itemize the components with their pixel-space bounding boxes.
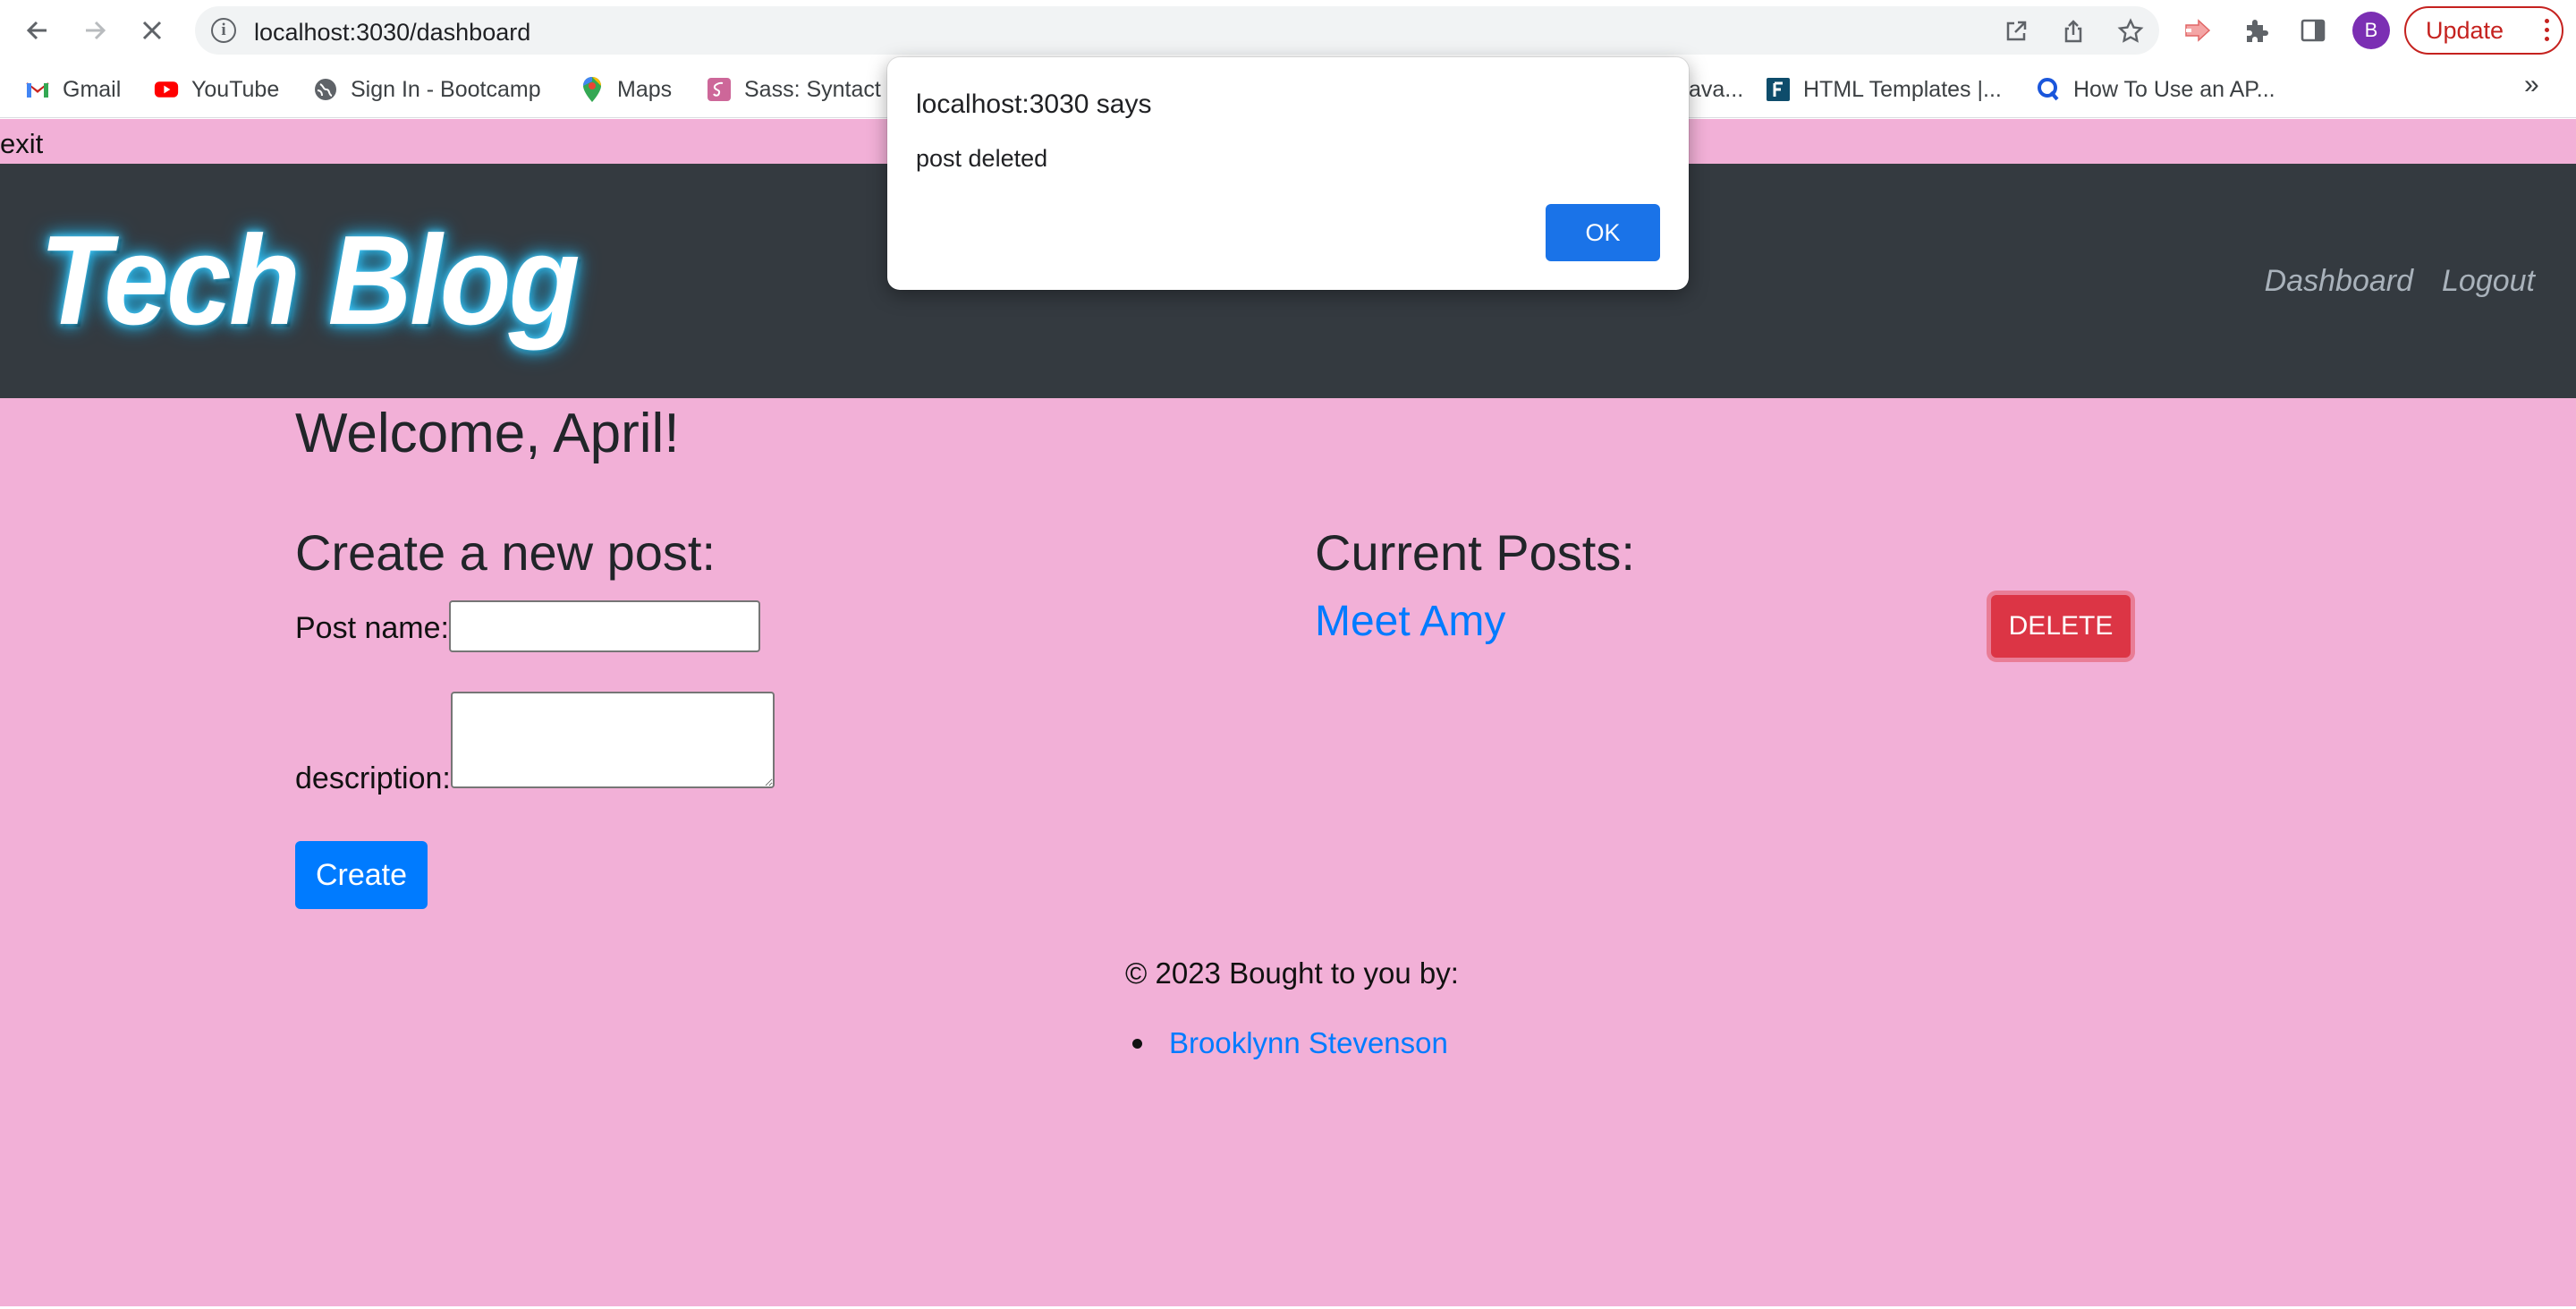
bookmark-label: How To Use an AP... [2073, 76, 2275, 102]
address-bar[interactable]: i localhost:3030/dashboard [195, 6, 2159, 55]
footer-text: © 2023 Bought to you by: [1125, 956, 1459, 990]
bookmark-gmail[interactable]: Gmail [25, 73, 121, 106]
create-button[interactable]: Create [295, 841, 428, 909]
dialog-message: post deleted [916, 145, 1048, 172]
alert-dialog: localhost:3030 says post deleted OK [887, 57, 1689, 290]
forward-arrow-icon[interactable] [77, 13, 113, 48]
html-templates-f-icon [1766, 77, 1791, 102]
header-nav: Dashboard Logout [2265, 264, 2535, 299]
maps-pin-icon [580, 77, 605, 102]
bookmark-label: Gmail [63, 76, 122, 102]
list-bullet [1132, 1038, 1142, 1049]
bookmark-star-icon[interactable] [2116, 17, 2145, 46]
footer-authors-list: Brooklynn Stevenson [1132, 1026, 1448, 1060]
bookmark-label: Sign In - Bootcamp [351, 76, 541, 102]
site-logo[interactable]: Tech Blog [39, 217, 580, 344]
post-link[interactable]: Meet Amy [1315, 597, 1505, 646]
ok-button[interactable]: OK [1546, 204, 1660, 261]
current-posts-heading: Current Posts: [1315, 524, 1635, 581]
kebab-menu-icon[interactable] [2545, 19, 2549, 41]
back-arrow-icon[interactable] [20, 13, 55, 48]
url-text[interactable]: localhost:3030/dashboard [254, 19, 530, 47]
description-textarea[interactable] [451, 692, 775, 788]
dialog-title: localhost:3030 says [916, 89, 1152, 119]
bookmark-html-templates[interactable]: HTML Templates |... [1766, 73, 2002, 106]
bookmark-label: HTML Templates |... [1803, 76, 2002, 102]
share-icon[interactable] [2059, 17, 2088, 46]
gmail-icon [25, 77, 50, 102]
welcome-heading: Welcome, April! [295, 403, 680, 464]
youtube-icon [154, 77, 179, 102]
api-q-icon [2036, 77, 2061, 102]
bookmark-label: ava... [1689, 76, 1744, 102]
open-external-icon[interactable] [2002, 17, 2030, 46]
extensions-puzzle-icon[interactable] [2240, 14, 2272, 47]
bookmark-label: YouTube [191, 76, 280, 102]
bookmark-maps[interactable]: Maps [580, 73, 672, 106]
bookmark-sass[interactable]: Sass: Syntact [707, 73, 881, 106]
post-name-label: Post name: [295, 611, 449, 645]
sass-icon [707, 77, 732, 102]
exit-text: exit [0, 128, 44, 159]
nav-dashboard-link[interactable]: Dashboard [2265, 264, 2413, 299]
globe-icon [313, 77, 338, 102]
description-label: description: [295, 761, 451, 795]
bookmark-label: Maps [617, 76, 673, 102]
update-label: Update [2426, 16, 2504, 44]
bookmark-label: Sass: Syntact [744, 76, 881, 102]
create-post-heading: Create a new post: [295, 524, 716, 581]
extension-arrow-icon[interactable] [2182, 14, 2215, 47]
nav-logout-link[interactable]: Logout [2442, 264, 2535, 299]
bookmark-java[interactable]: ava... [1689, 73, 1743, 106]
bookmark-how-to-use-api[interactable]: How To Use an AP... [2036, 73, 2275, 106]
profile-avatar[interactable]: B [2352, 12, 2390, 49]
delete-button[interactable]: DELETE [1991, 595, 2131, 658]
update-button[interactable]: Update [2404, 6, 2563, 55]
bookmark-bootcamp[interactable]: Sign In - Bootcamp [313, 73, 541, 106]
browser-toolbar: i localhost:3030/dashboard B Update [0, 0, 2576, 61]
stop-loading-icon[interactable] [134, 13, 170, 48]
site-info-icon[interactable]: i [211, 18, 236, 43]
more-bookmarks-chevron-icon[interactable]: » [2524, 70, 2539, 100]
side-panel-icon[interactable] [2297, 14, 2329, 47]
author-link[interactable]: Brooklynn Stevenson [1169, 1026, 1448, 1060]
post-name-input[interactable] [449, 600, 760, 652]
bookmark-youtube[interactable]: YouTube [154, 73, 279, 106]
page-body: exit Tech Blog Dashboard Logout Welcome,… [0, 119, 2576, 1306]
